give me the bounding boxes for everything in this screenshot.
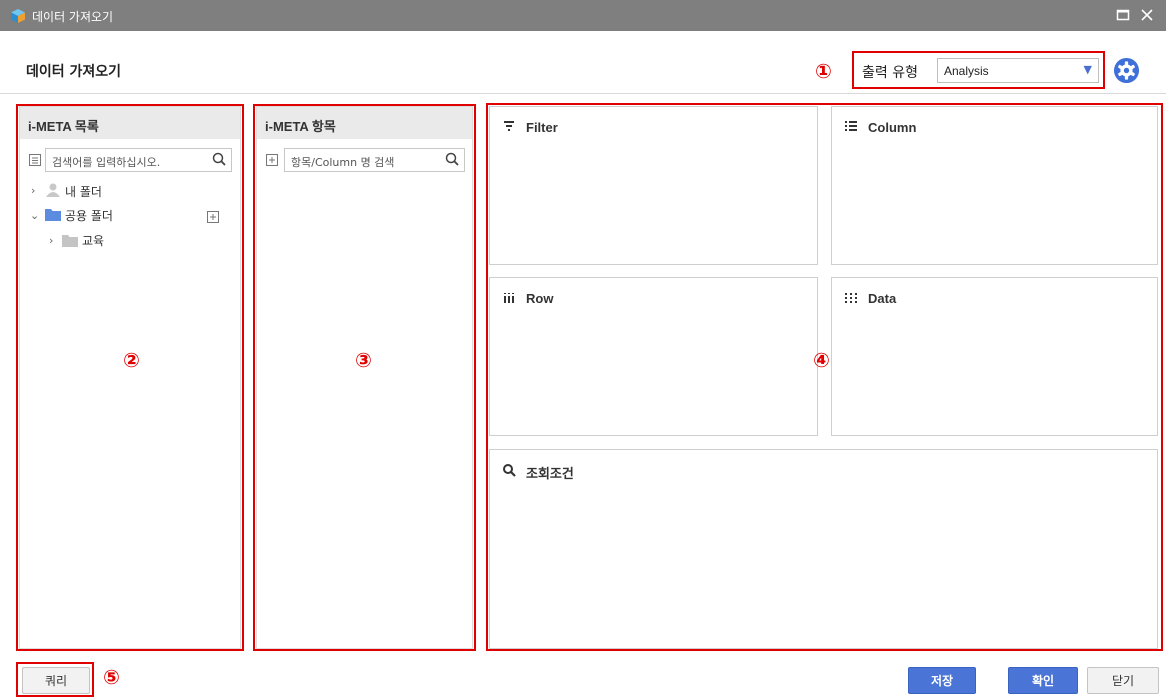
cube-icon <box>11 9 25 23</box>
dropdown-arrow-icon: ▼ <box>1083 63 1092 76</box>
highlight-box-zones <box>486 103 1163 651</box>
marker-2: ② <box>123 348 140 372</box>
marker-4: ④ <box>813 348 830 372</box>
output-type-value: Analysis <box>944 64 989 78</box>
highlight-box-meta-list <box>16 104 244 651</box>
output-type-select[interactable]: Analysis ▼ <box>937 58 1099 83</box>
marker-1: ① <box>815 59 832 83</box>
marker-5: ⑤ <box>103 665 120 689</box>
close-icon[interactable] <box>1138 6 1156 24</box>
highlight-box-query <box>16 662 94 697</box>
page-title: 데이터 가져오기 <box>26 64 122 80</box>
settings-gear-icon[interactable] <box>1113 57 1140 84</box>
highlight-box-meta-items <box>253 104 476 651</box>
save-button[interactable]: 저장 <box>908 667 976 694</box>
output-type-label: 출력 유형 <box>862 65 918 81</box>
confirm-button[interactable]: 확인 <box>1008 667 1078 694</box>
marker-3: ③ <box>355 348 372 372</box>
close-button[interactable]: 닫기 <box>1087 667 1159 694</box>
title-bar: 데이터 가져오기 <box>0 0 1166 31</box>
data-import-dialog: 데이터 가져오기 데이터 가져오기 ① 출력 유형 Analysis ▼ i-M… <box>0 0 1166 699</box>
window-title: 데이터 가져오기 <box>32 10 114 24</box>
header-divider <box>0 93 1166 94</box>
maximize-icon[interactable] <box>1114 6 1132 24</box>
